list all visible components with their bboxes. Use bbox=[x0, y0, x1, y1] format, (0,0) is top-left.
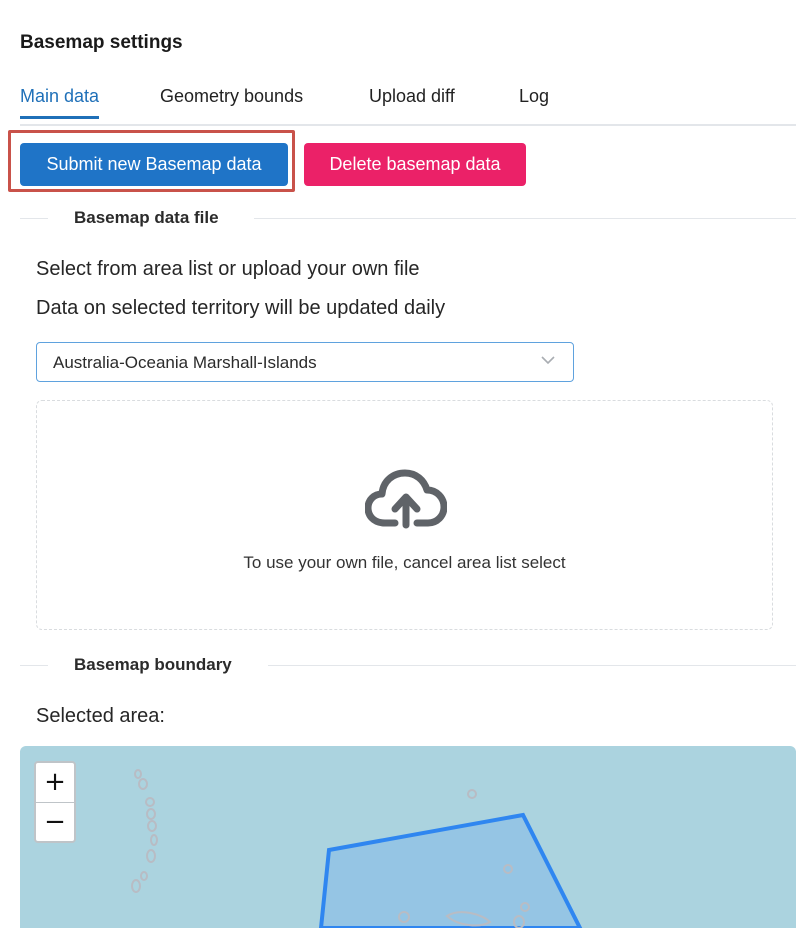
zoom-out-button[interactable]: − bbox=[36, 803, 74, 842]
tab-upload-diff[interactable]: Upload diff bbox=[369, 86, 455, 116]
boundary-map[interactable]: + − bbox=[20, 746, 796, 928]
file-dropzone[interactable]: To use your own file, cancel area list s… bbox=[36, 400, 773, 630]
dropzone-hint: To use your own file, cancel area list s… bbox=[243, 553, 566, 572]
selected-area-boundary[interactable] bbox=[318, 812, 583, 928]
selected-area-label: Selected area: bbox=[36, 705, 165, 727]
update-note-text: Data on selected territory will be updat… bbox=[36, 297, 446, 319]
tab-main-data[interactable]: Main data bbox=[20, 86, 100, 119]
area-select[interactable]: Australia-Oceania Marshall-Islands bbox=[36, 342, 574, 382]
chevron-down-icon bbox=[541, 356, 555, 365]
map-canvas bbox=[131, 769, 583, 928]
divider-line bbox=[268, 665, 796, 666]
section-title-boundary: Basemap boundary bbox=[72, 655, 234, 675]
zoom-control: + − bbox=[34, 761, 76, 843]
cloud-upload-icon bbox=[365, 469, 447, 529]
zoom-in-button[interactable]: + bbox=[36, 763, 74, 803]
submit-basemap-button[interactable]: Submit new Basemap data bbox=[20, 143, 288, 186]
tab-log[interactable]: Log bbox=[519, 86, 549, 116]
tab-bar: Main data Geometry bounds Upload diff Lo… bbox=[20, 84, 796, 126]
basemap-settings-page: Basemap settings Main data Geometry boun… bbox=[0, 0, 808, 928]
section-title-data-file: Basemap data file bbox=[72, 208, 221, 228]
divider-line bbox=[20, 218, 48, 219]
area-select-value: Australia-Oceania Marshall-Islands bbox=[53, 353, 317, 372]
delete-basemap-button[interactable]: Delete basemap data bbox=[304, 143, 526, 186]
basemap-boundary-divider: Basemap boundary bbox=[20, 655, 796, 675]
divider-line bbox=[254, 218, 796, 219]
divider-line bbox=[20, 665, 48, 666]
instruction-text: Select from area list or upload your own… bbox=[36, 258, 420, 280]
basemap-data-file-divider: Basemap data file bbox=[20, 208, 796, 228]
page-title: Basemap settings bbox=[20, 32, 183, 53]
tab-geometry-bounds[interactable]: Geometry bounds bbox=[160, 86, 303, 116]
